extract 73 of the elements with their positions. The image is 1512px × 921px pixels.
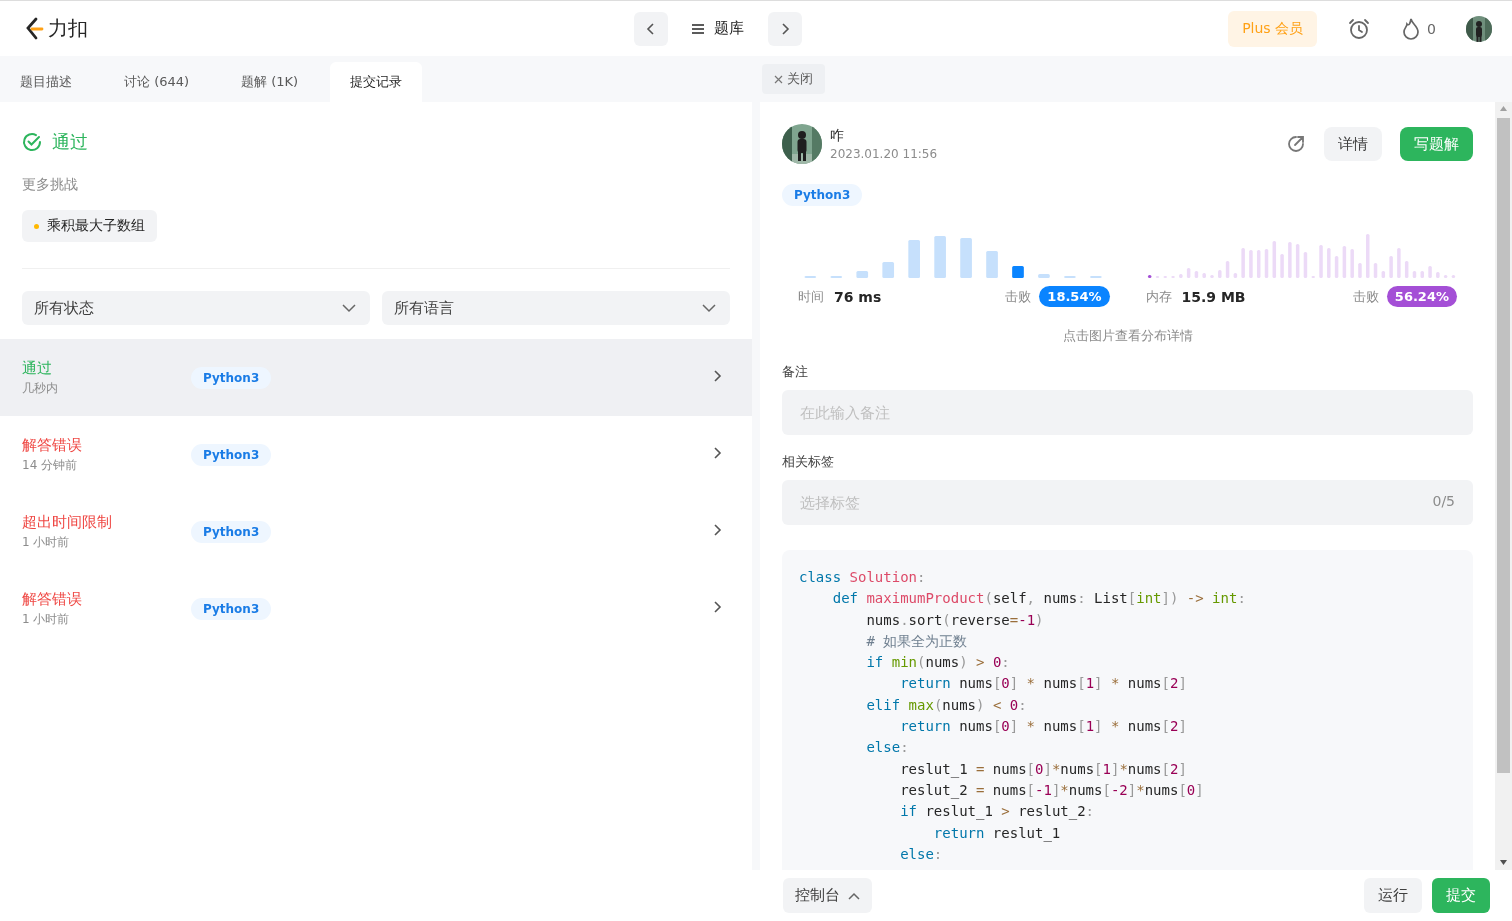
language-tag: Python3 <box>782 184 863 206</box>
tag-count: 0/5 <box>1432 493 1455 509</box>
previous-button[interactable] <box>634 11 669 46</box>
streak-count: 0 <box>1427 20 1436 37</box>
code-line: return nums[0] * nums[1] * nums[2] <box>899 674 1188 694</box>
submission-row[interactable]: 通过 几秒内 Python3 <box>0 339 752 416</box>
code-line: reslut_2 = nums[-1]*nums[-2]*nums[0] <box>899 780 1205 801</box>
stat-value: 15.9 MB <box>1181 288 1246 305</box>
code-line: class Solution: <box>799 568 927 587</box>
status-text: 解答错误 <box>22 435 83 455</box>
code-line: reslut_1 = nums[0]*nums[1]*nums[2] <box>899 759 1188 780</box>
filter-dropdown[interactable]: 所有状态 <box>22 291 370 325</box>
chart-hint: 点击图片查看分布详情 <box>1061 327 1194 345</box>
language-tag: Python3 <box>191 366 272 389</box>
submission-row[interactable]: 解答错误 1 小时前 Python3 <box>0 570 752 647</box>
language-tag: Python3 <box>191 443 272 466</box>
stat-label: 时间 <box>798 287 824 306</box>
submission-time: 1 小时前 <box>22 610 71 628</box>
code-line: # 如果全为正数 <box>865 631 969 651</box>
result-title: 通过 <box>52 130 88 154</box>
section-label: 更多挑战 <box>22 176 79 194</box>
close-icon <box>774 74 783 84</box>
share-icon[interactable] <box>1286 134 1306 154</box>
tab[interactable]: 提交记录 <box>330 62 423 102</box>
challenge-chip[interactable]: 乘积最大子数组 <box>22 210 157 242</box>
status-text: 通过 <box>22 358 53 378</box>
submission-date: 2023.01.20 11:56 <box>830 147 938 161</box>
submission-time: 1 小时前 <box>22 533 71 551</box>
code-line: if reslut_1 > reslut_2: <box>899 802 1096 822</box>
code-line: return reslut_1 <box>932 823 1062 844</box>
code-line: if min(nums) > 0: <box>865 653 1011 673</box>
beat-percent-badge: 56.24% <box>1386 286 1457 307</box>
stat-label: 内存 <box>1145 287 1172 306</box>
code-line: else: <box>899 844 944 864</box>
chevron-up-icon <box>848 891 860 900</box>
chevron-down-icon <box>342 303 356 313</box>
field-label: 备注 <box>782 363 809 381</box>
logo-icon[interactable] <box>24 16 44 41</box>
beat-percent-badge: 18.54% <box>1039 286 1110 307</box>
field-label: 相关标签 <box>782 453 835 471</box>
submission-row[interactable]: 解答错误 14 分钟前 Python3 <box>0 416 752 493</box>
filter-dropdown[interactable]: 所有语言 <box>382 291 730 325</box>
beat-label: 击败 <box>1352 287 1379 306</box>
tab[interactable]: 题解 (1K) <box>221 62 319 102</box>
details-button[interactable]: 详情 <box>1324 127 1382 161</box>
language-tag: Python3 <box>191 520 272 543</box>
menu-icon[interactable] <box>692 23 705 34</box>
close-tab[interactable]: 关闭 <box>762 64 825 94</box>
stat-value: 76 ms <box>834 288 882 305</box>
submission-time: 几秒内 <box>22 379 59 397</box>
console-button[interactable]: 控制台 <box>783 878 872 913</box>
code-line: return nums[0] * nums[1] * nums[2] <box>899 717 1188 737</box>
chevron-down-icon <box>702 303 716 313</box>
status-text: 解答错误 <box>22 589 83 609</box>
problem-list-link[interactable]: 题库 <box>714 19 745 38</box>
beat-label: 击败 <box>1005 287 1032 306</box>
alarm-clock-icon[interactable] <box>1347 16 1372 41</box>
flame-icon[interactable] <box>1401 17 1422 40</box>
submission-time: 14 分钟前 <box>22 456 79 474</box>
code-line: def maximumProduct(self, nums: List[int]) -> int: <box>831 589 1247 609</box>
check-circle-icon <box>22 132 42 152</box>
status-text: 超出时间限制 <box>22 512 113 532</box>
tab[interactable]: 题目描述 <box>0 62 92 102</box>
logo-text[interactable]: 力扣 <box>48 15 88 42</box>
next-button[interactable] <box>768 11 803 46</box>
code-line: nums.sort(reverse=-1) <box>865 610 1045 630</box>
submission-row[interactable]: 超出时间限制 1 小时前 Python3 <box>0 493 752 570</box>
code-line: elif max(nums) < 0: <box>865 695 1028 715</box>
run-button[interactable]: 运行 <box>1364 878 1422 913</box>
code-line: else: <box>865 738 910 758</box>
username: 咋 <box>830 127 845 145</box>
language-tag: Python3 <box>191 597 272 620</box>
tab[interactable]: 讨论 (644) <box>104 62 210 102</box>
